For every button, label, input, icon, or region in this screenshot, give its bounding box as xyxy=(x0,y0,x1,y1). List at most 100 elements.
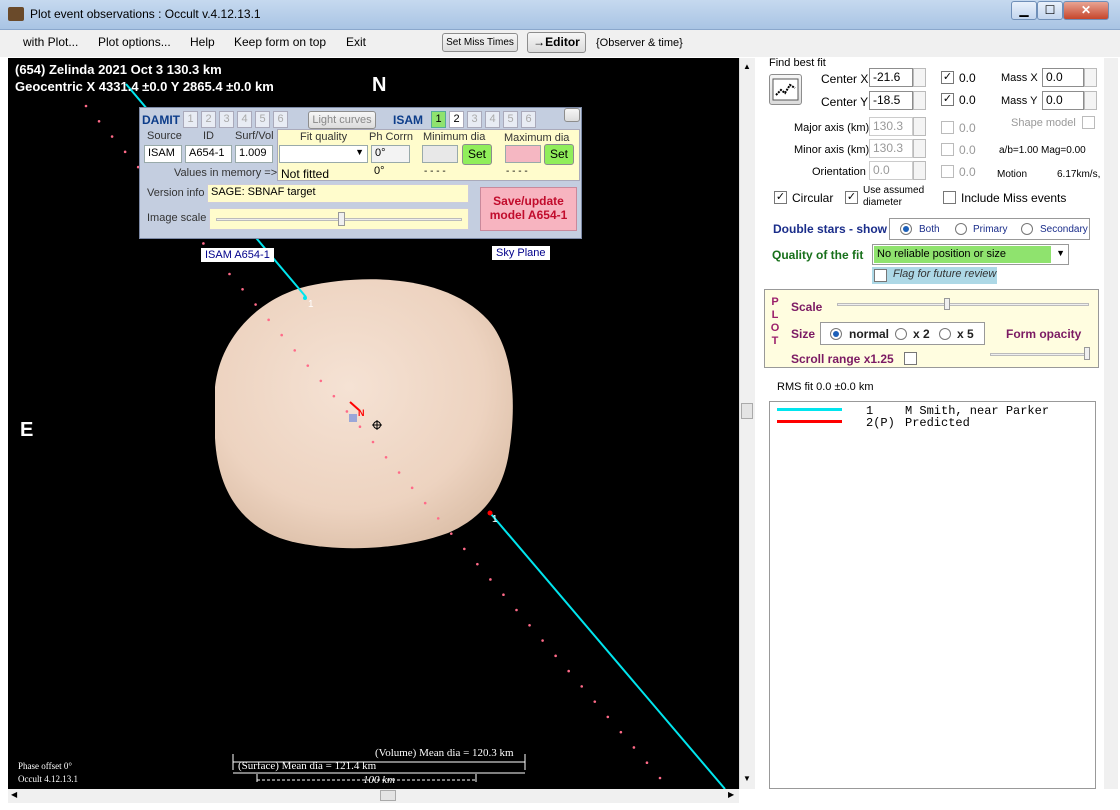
plot-letter-o: O xyxy=(770,322,780,334)
observer-time-label: {Observer & time} xyxy=(596,37,683,49)
size-x2-radio[interactable] xyxy=(895,328,907,340)
quality-fit-select[interactable]: No reliable position or size ▼ xyxy=(872,244,1069,265)
min-dia-field[interactable] xyxy=(422,145,458,163)
size-x5-radio[interactable] xyxy=(939,328,951,340)
menu-help[interactable]: Help xyxy=(190,35,215,49)
major-axis-input[interactable]: 130.3 xyxy=(869,117,913,136)
phase-offset-label: Phase offset 0° xyxy=(18,761,72,771)
scale-slider[interactable] xyxy=(832,296,1095,314)
surf-vol-field: 1.009 xyxy=(235,145,273,163)
damit-model-4-button[interactable]: 4 xyxy=(237,111,252,128)
major-axis-checkbox[interactable] xyxy=(941,121,954,134)
minor-axis-checkbox[interactable] xyxy=(941,143,954,156)
editor-button[interactable]: →Editor xyxy=(527,32,586,53)
max-dia-header: Maximum dia xyxy=(504,132,570,144)
predicted-path-dot xyxy=(632,746,636,749)
shape-model-checkbox[interactable] xyxy=(1082,116,1095,129)
size-normal-radio[interactable] xyxy=(830,328,842,340)
menu-plot-options[interactable]: Plot options... xyxy=(98,35,171,49)
menu-with-plot[interactable]: with Plot... xyxy=(23,35,78,49)
horizontal-scroll-thumb[interactable] xyxy=(380,790,396,801)
center-x-spinner[interactable] xyxy=(913,68,926,87)
center-x-checkbox[interactable]: ✓ xyxy=(941,71,954,84)
isam-model-4-button[interactable]: 4 xyxy=(485,111,500,128)
minor-axis-input[interactable]: 130.3 xyxy=(869,139,913,158)
predicted-path-dot xyxy=(593,700,597,703)
isam-model-1-button[interactable]: 1 xyxy=(431,111,446,128)
minimize-button[interactable]: ▁ xyxy=(1011,1,1037,20)
isam-model-3-button[interactable]: 3 xyxy=(467,111,482,128)
scroll-right-icon[interactable]: ▶ xyxy=(728,790,734,799)
find-best-fit-button[interactable] xyxy=(769,74,802,105)
mem-ph-value: 0° xyxy=(374,165,385,177)
plot-canvas[interactable]: (654) Zelinda 2021 Oct 3 130.3 km Geocen… xyxy=(8,58,739,789)
predicted-path-dot xyxy=(515,608,518,612)
set-miss-times-button[interactable]: Set Miss Times xyxy=(442,33,518,52)
save-update-model-button[interactable]: Save/update model A654-1 xyxy=(480,187,577,231)
isam-model-2-button[interactable]: 2 xyxy=(449,111,464,128)
secondary-radio[interactable] xyxy=(1021,223,1033,235)
predicted-path-dot xyxy=(410,486,414,490)
mass-y-spinner[interactable] xyxy=(1084,91,1097,110)
panel-close-button[interactable] xyxy=(564,108,580,122)
center-x-input[interactable]: -21.6 xyxy=(869,68,913,87)
damit-model-2-button[interactable]: 2 xyxy=(201,111,216,128)
both-radio[interactable] xyxy=(900,223,912,235)
mass-y-input[interactable]: 0.0 xyxy=(1042,91,1084,110)
north-label: N xyxy=(372,74,387,96)
fit-quality-select[interactable]: ▼ xyxy=(279,145,368,163)
scroll-down-icon[interactable]: ▼ xyxy=(743,774,751,783)
fit-quality-header: Fit quality xyxy=(300,131,348,143)
minor-axis-spinner[interactable] xyxy=(913,139,926,158)
close-button[interactable]: ✕ xyxy=(1063,1,1109,20)
menu-exit[interactable]: Exit xyxy=(346,35,366,49)
form-opacity-slider[interactable] xyxy=(986,345,1095,365)
right-panel-scrollbar[interactable] xyxy=(1104,58,1118,789)
predicted-path-dot xyxy=(371,440,375,444)
orientation-checkbox[interactable] xyxy=(941,165,954,178)
mass-x-input[interactable]: 0.0 xyxy=(1042,68,1084,87)
plot-horizontal-scrollbar[interactable]: ◀ ▶ xyxy=(8,789,739,803)
predicted-path-dot xyxy=(306,364,310,367)
scroll-up-icon[interactable]: ▲ xyxy=(743,62,751,71)
use-assumed-diameter-checkbox[interactable]: ✓ xyxy=(845,191,858,204)
isam-model-5-button[interactable]: 5 xyxy=(503,111,518,128)
center-y-checkbox[interactable]: ✓ xyxy=(941,93,954,106)
source-field: ISAM xyxy=(144,145,182,163)
plot-vertical-scrollbar[interactable]: ▲ ▼ xyxy=(739,58,755,789)
scale-bar-label: 100 km xyxy=(363,774,396,786)
light-curves-button[interactable]: Light curves xyxy=(308,111,376,129)
scroll-left-icon[interactable]: ◀ xyxy=(11,790,17,799)
circular-checkbox[interactable]: ✓ xyxy=(774,191,787,204)
major-axis-spinner[interactable] xyxy=(913,117,926,136)
chord-start-dot xyxy=(303,296,307,300)
set-min-dia-button[interactable]: Set xyxy=(462,144,492,165)
primary-radio[interactable] xyxy=(955,223,967,235)
vertical-scroll-thumb[interactable] xyxy=(741,403,753,419)
include-miss-checkbox[interactable] xyxy=(943,191,956,204)
ph-corrn-field[interactable]: 0° xyxy=(371,145,410,163)
damit-model-6-button[interactable]: 6 xyxy=(273,111,288,128)
predicted-path-dot xyxy=(345,410,349,413)
set-max-dia-button[interactable]: Set xyxy=(544,144,574,165)
flag-review-checkbox[interactable] xyxy=(874,269,887,282)
use-assumed-line2: diameter xyxy=(863,197,902,208)
center-y-uncertainty: 0.0 xyxy=(959,93,976,107)
size-normal-label: normal xyxy=(849,327,890,341)
image-scale-slider[interactable] xyxy=(209,208,469,230)
surf-vol-header: Surf/Vol xyxy=(235,130,274,142)
damit-model-3-button[interactable]: 3 xyxy=(219,111,234,128)
menu-keep-on-top[interactable]: Keep form on top xyxy=(234,35,326,49)
orientation-input[interactable]: 0.0 xyxy=(869,161,913,180)
isam-model-6-button[interactable]: 6 xyxy=(521,111,536,128)
values-in-memory-label: Values in memory => xyxy=(174,167,278,179)
scroll-range-checkbox[interactable] xyxy=(904,352,917,365)
orientation-spinner[interactable] xyxy=(913,161,926,180)
damit-model-1-button[interactable]: 1 xyxy=(183,111,198,128)
maximize-button[interactable]: ☐ xyxy=(1037,1,1063,20)
damit-model-5-button[interactable]: 5 xyxy=(255,111,270,128)
center-y-spinner[interactable] xyxy=(913,91,926,110)
center-y-input[interactable]: -18.5 xyxy=(869,91,913,110)
mass-x-spinner[interactable] xyxy=(1084,68,1097,87)
max-dia-field[interactable] xyxy=(505,145,541,163)
